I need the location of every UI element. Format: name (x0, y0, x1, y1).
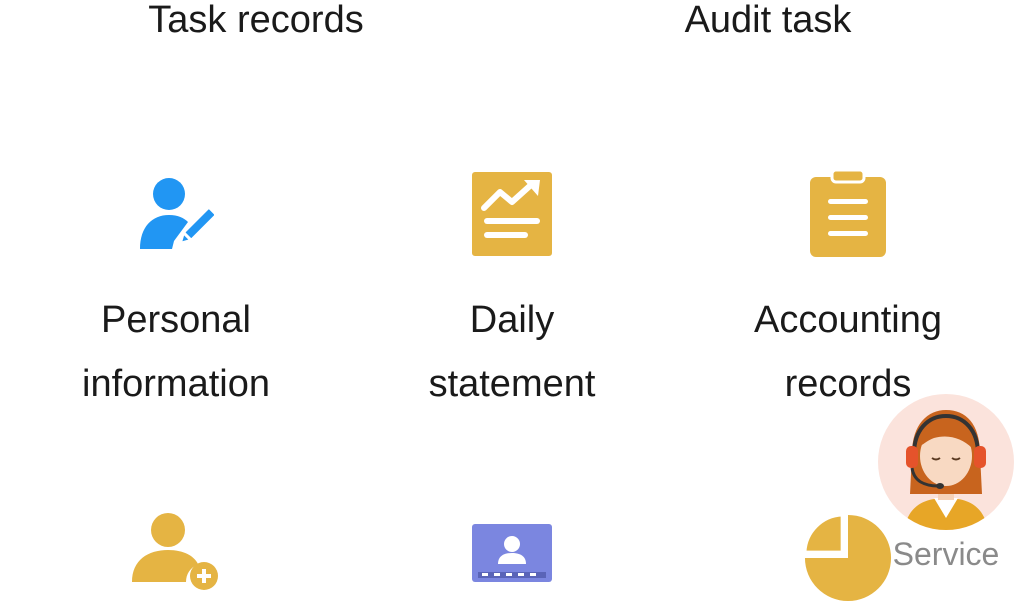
page: Task records Audit task Personal informat… (0, 0, 1024, 615)
service-label: Service (892, 536, 1000, 572)
personal-information-label: Personal information (82, 299, 270, 405)
clipboard-icon (803, 168, 893, 258)
user-edit-icon (131, 168, 221, 258)
task-records-link[interactable]: Task records (96, 0, 416, 42)
accounting-records-item[interactable]: Accounting records (680, 168, 1016, 416)
daily-statement-label: Daily statement (428, 299, 596, 405)
personal-information-item[interactable]: Personal information (8, 168, 344, 416)
customer-service-button[interactable]: Service (876, 394, 1016, 584)
monitor-user-item[interactable] (344, 512, 680, 602)
daily-statement-item[interactable]: Daily statement (344, 168, 680, 416)
user-add-icon (131, 512, 221, 602)
monitor-user-icon (467, 512, 557, 602)
chart-trend-icon (467, 168, 557, 258)
add-user-item[interactable] (8, 512, 344, 602)
audit-task-link[interactable]: Audit task (608, 0, 928, 42)
customer-service-avatar-icon (878, 394, 1014, 530)
